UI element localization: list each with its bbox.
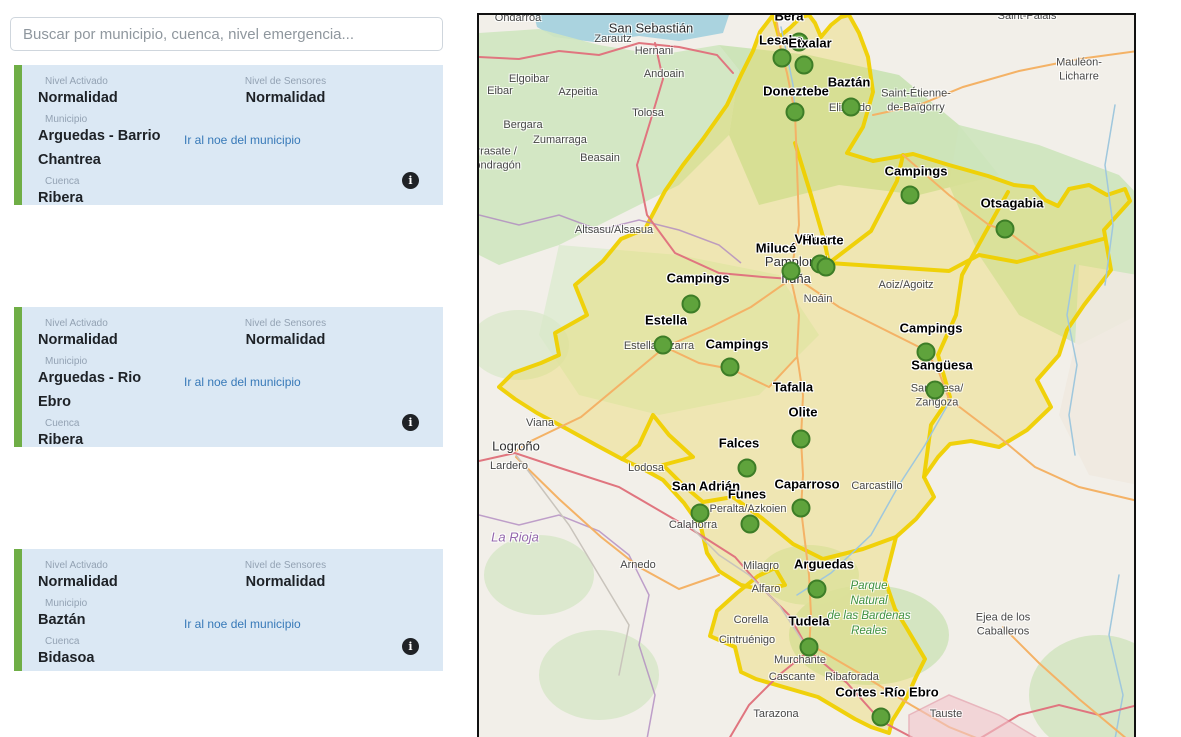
municipio-value: Baztán bbox=[38, 609, 174, 633]
municipio-value: Arguedas - Barrio Chantrea bbox=[38, 125, 174, 173]
go-to-municipality-link[interactable]: Ir al noe del municipio bbox=[184, 133, 301, 147]
municipio-label: Municipio bbox=[38, 598, 174, 609]
cuenca-value: Bidasoa bbox=[38, 647, 174, 671]
nivel-activado-value: Normalidad bbox=[38, 87, 174, 111]
card-right-column: Nivel de Sensores Normalidad Ir al noe d… bbox=[174, 315, 433, 437]
nivel-activado-label: Nivel Activado bbox=[38, 560, 174, 571]
station-marker-label: Campings bbox=[706, 337, 769, 352]
municipio-label: Municipio bbox=[38, 356, 174, 367]
nivel-sensores-label: Nivel de Sensores bbox=[174, 76, 433, 87]
station-marker-label: Sangüesa bbox=[911, 358, 972, 373]
station-marker-label: Falces bbox=[719, 436, 759, 451]
nivel-activado-label: Nivel Activado bbox=[38, 76, 174, 87]
station-marker-label: Doneztebe bbox=[763, 84, 829, 99]
cuenca-value: Ribera bbox=[38, 429, 174, 453]
station-marker-label: Caparroso bbox=[774, 477, 839, 492]
card-right-column: Nivel de Sensores Normalidad Ir al noe d… bbox=[174, 557, 433, 661]
station-marker-label: Huarte bbox=[802, 233, 843, 248]
info-icon[interactable]: i bbox=[402, 414, 419, 431]
station-marker-label: Campings bbox=[885, 164, 948, 179]
municipality-card[interactable]: Nivel Activado Normalidad Municipio Bazt… bbox=[14, 549, 443, 671]
cuenca-value: Ribera bbox=[38, 187, 174, 211]
municipality-card[interactable]: Nivel Activado Normalidad Municipio Argu… bbox=[14, 65, 443, 205]
municipio-label: Municipio bbox=[38, 114, 174, 125]
station-marker-label: Etxalar bbox=[788, 36, 831, 51]
cuenca-label: Cuenca bbox=[38, 418, 174, 429]
station-marker-label: Bera bbox=[775, 13, 804, 24]
cuenca-label: Cuenca bbox=[38, 636, 174, 647]
nivel-activado-value: Normalidad bbox=[38, 329, 174, 353]
nivel-sensores-value: Normalidad bbox=[174, 571, 433, 595]
station-marker-label: Tudela bbox=[789, 614, 830, 629]
card-right-column: Nivel de Sensores Normalidad Ir al noe d… bbox=[174, 73, 433, 195]
station-marker-label: Cortes -Río Ebro bbox=[835, 685, 938, 700]
card-left-column: Nivel Activado Normalidad Municipio Argu… bbox=[38, 315, 174, 437]
station-marker-label: Campings bbox=[667, 271, 730, 286]
station-marker-label: Olite bbox=[789, 405, 818, 420]
station-marker-label: Baztán bbox=[828, 75, 871, 90]
card-left-column: Nivel Activado Normalidad Municipio Bazt… bbox=[38, 557, 174, 661]
app: Nivel Activado Normalidad Municipio Argu… bbox=[0, 0, 1181, 737]
station-marker-label: Arguedas bbox=[794, 557, 854, 572]
nivel-sensores-value: Normalidad bbox=[174, 87, 433, 111]
station-marker-label: Estella bbox=[645, 313, 687, 328]
nivel-sensores-label: Nivel de Sensores bbox=[174, 560, 433, 571]
municipio-value: Arguedas - Rio Ebro bbox=[38, 367, 174, 415]
go-to-municipality-link[interactable]: Ir al noe del municipio bbox=[184, 617, 301, 631]
card-left-column: Nivel Activado Normalidad Municipio Argu… bbox=[38, 73, 174, 195]
cuenca-label: Cuenca bbox=[38, 176, 174, 187]
go-to-municipality-link[interactable]: Ir al noe del municipio bbox=[184, 375, 301, 389]
info-icon[interactable]: i bbox=[402, 172, 419, 189]
nivel-sensores-label: Nivel de Sensores bbox=[174, 318, 433, 329]
map-view[interactable]: OndarroaSan SebastiánZarautzHernaniSaint… bbox=[477, 13, 1136, 737]
station-marker-label: Milucé bbox=[756, 241, 796, 256]
station-marker-label: Otsagabia bbox=[981, 196, 1044, 211]
search-input[interactable] bbox=[10, 17, 443, 51]
nivel-activado-value: Normalidad bbox=[38, 571, 174, 595]
results-sidebar: Nivel Activado Normalidad Municipio Argu… bbox=[0, 0, 460, 737]
station-marker-label: Campings bbox=[900, 321, 963, 336]
map-marker-labels-layer: BeraLesakaEtxalarDoneztebeBaztánCampings… bbox=[479, 15, 1134, 737]
station-marker-label: Funes bbox=[728, 487, 766, 502]
municipality-card[interactable]: Nivel Activado Normalidad Municipio Argu… bbox=[14, 307, 443, 447]
info-icon[interactable]: i bbox=[402, 638, 419, 655]
station-marker-label: Tafalla bbox=[773, 380, 813, 395]
nivel-sensores-value: Normalidad bbox=[174, 329, 433, 353]
nivel-activado-label: Nivel Activado bbox=[38, 318, 174, 329]
